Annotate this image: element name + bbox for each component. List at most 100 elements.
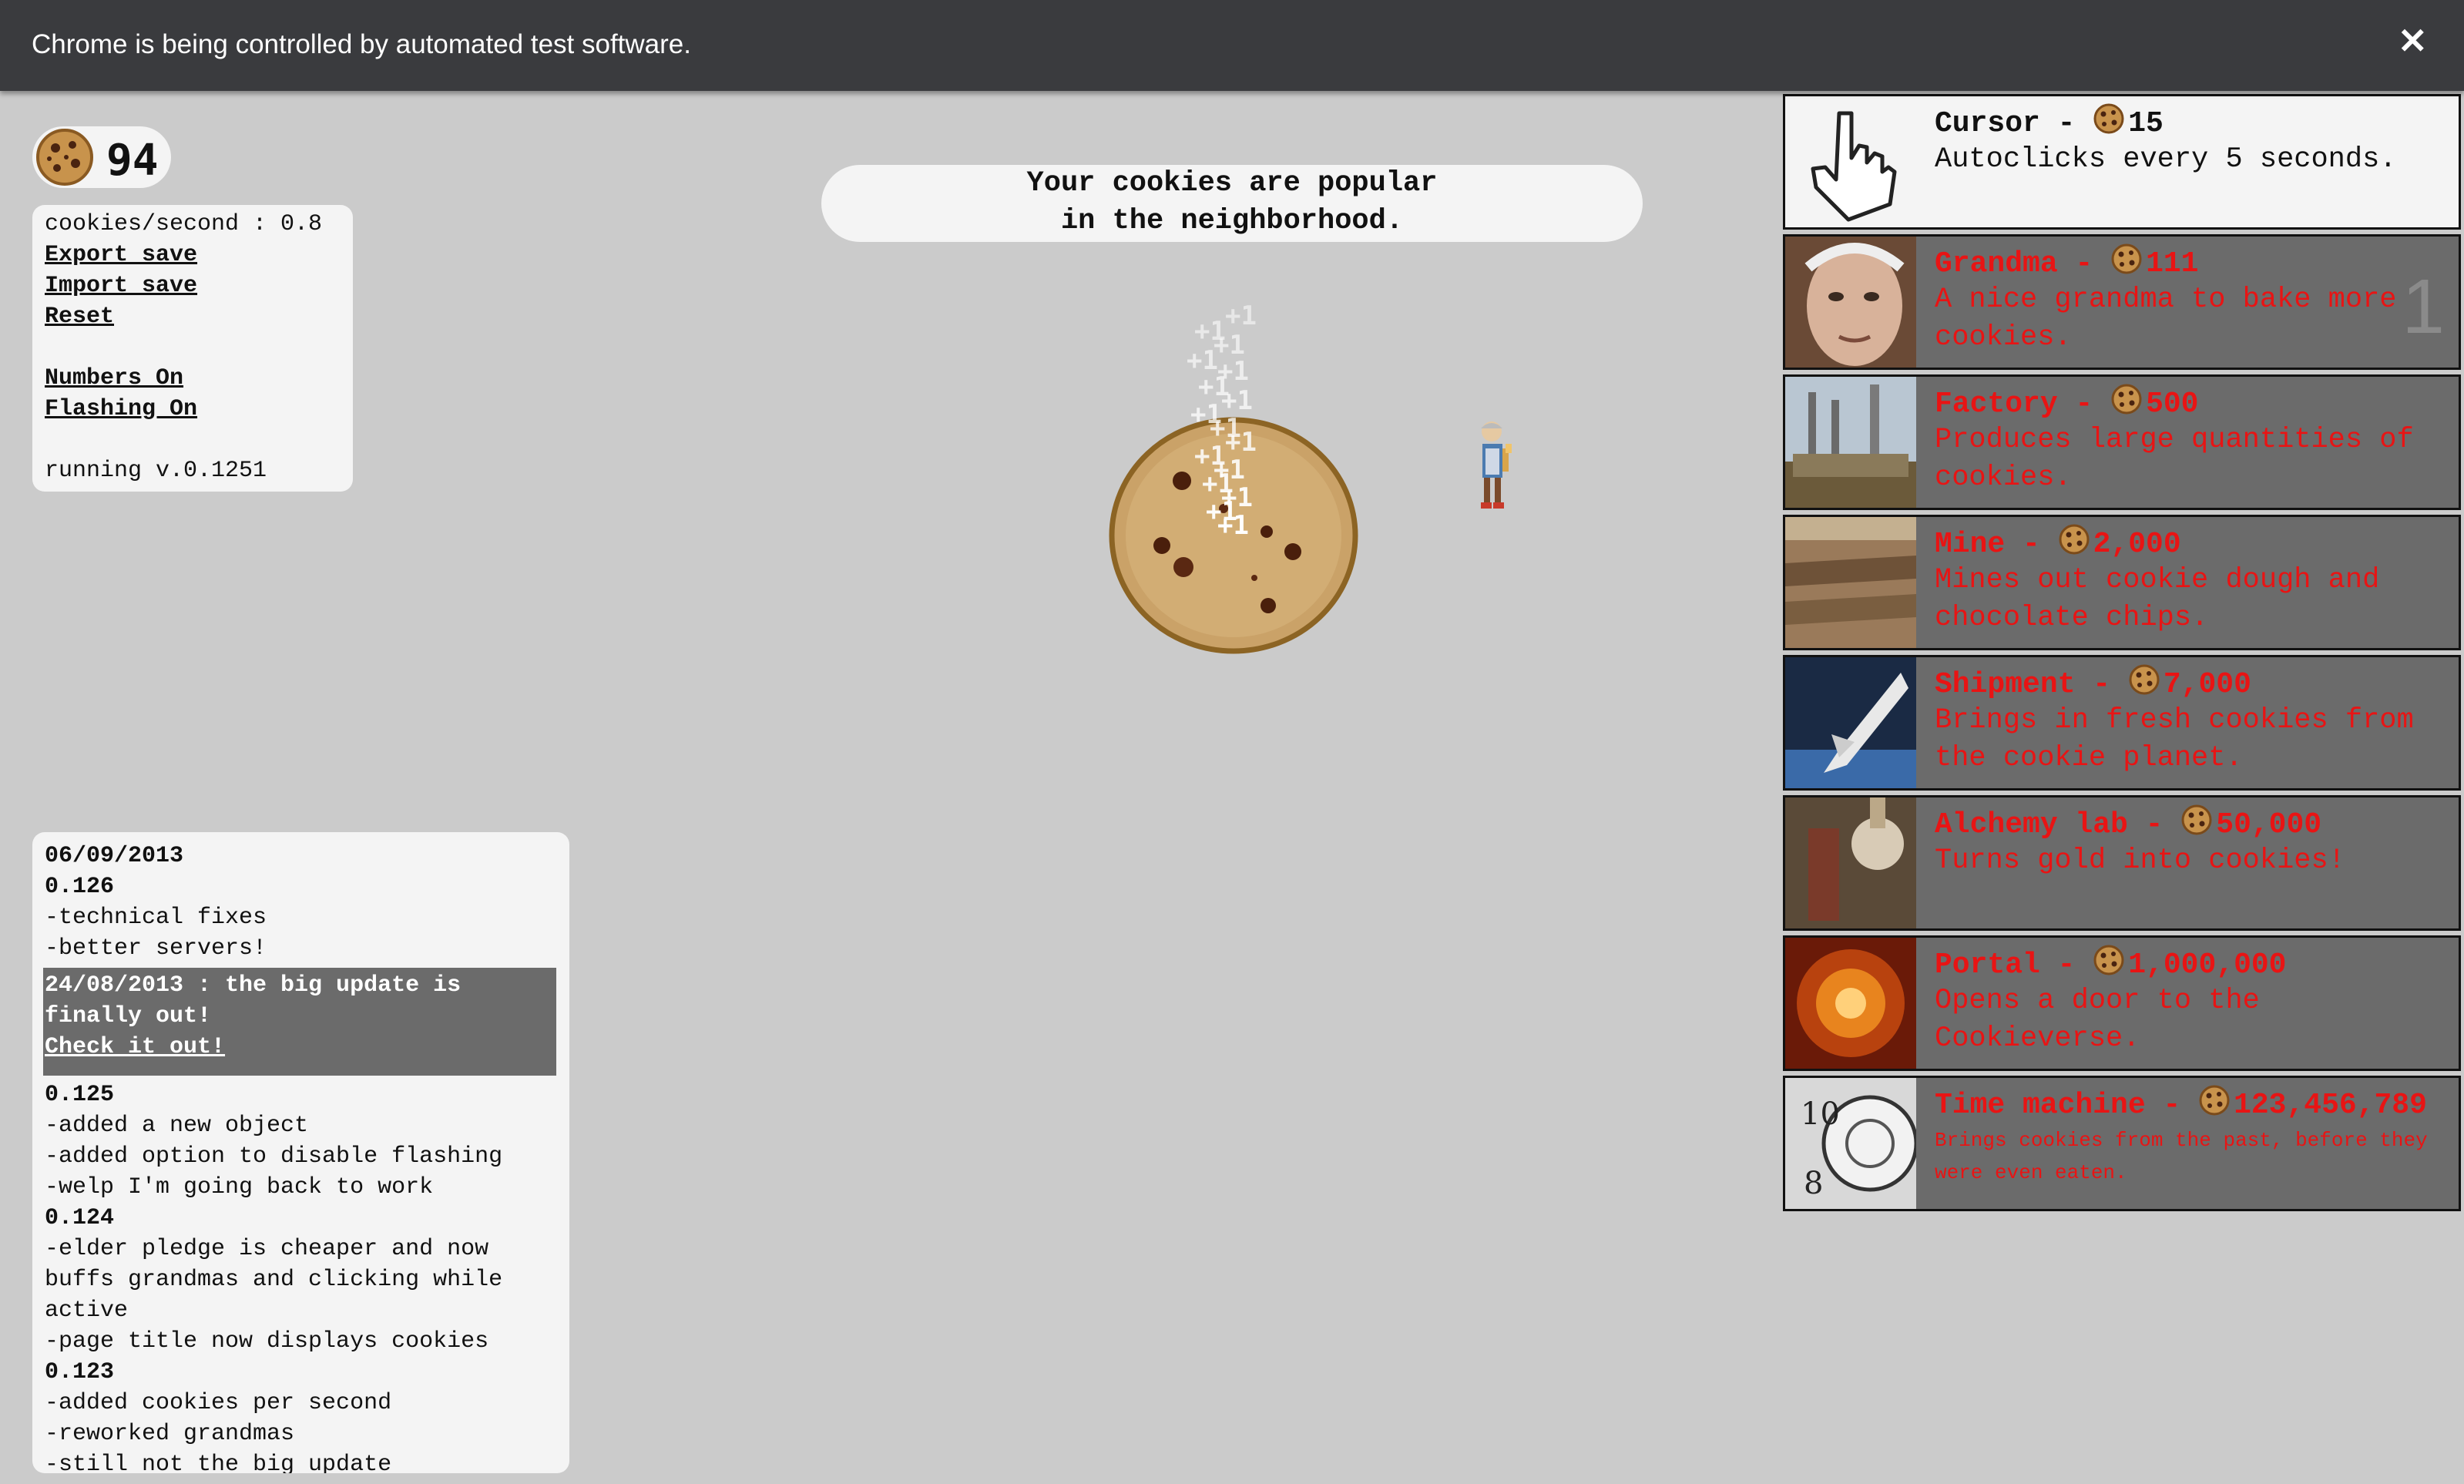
check-it-out-link[interactable]: Check it out!	[45, 1034, 225, 1060]
store-item-title: Cursor - 15	[1935, 102, 2164, 144]
changelog-line: -better servers!	[45, 935, 267, 962]
store-item-description: Produces large quantities of cookies.	[1935, 424, 2414, 494]
svg-text:8: 8	[1804, 1166, 1823, 1201]
export-save-link[interactable]: Export save	[45, 242, 197, 268]
cookie-coin-icon	[2093, 944, 2125, 985]
changelog-line: -elder pledge is cheaper and now	[45, 1236, 489, 1262]
store-item-title: Shipment - 7,000	[1935, 663, 2251, 705]
cookie-coin-icon	[2128, 663, 2160, 705]
store-item-description: Opens a door to the Cookieverse.	[1935, 985, 2260, 1055]
grandma-sprite	[1481, 421, 1512, 509]
store-item-shipment[interactable]: Shipment - 7,000 Brings in fresh cookies …	[1783, 655, 2461, 791]
cursor-hand-icon	[1785, 96, 1916, 227]
store-item-name: Shipment	[1935, 668, 2076, 702]
changelog-line: buffs grandmas and clicking while	[45, 1267, 503, 1293]
store-item-name: Mine	[1935, 528, 2006, 562]
changelog-line: -welp I'm going back to work	[45, 1174, 434, 1200]
store-item-grandma[interactable]: Grandma - 111 A nice grandma to bake more…	[1783, 234, 2461, 370]
store-item-price: 500	[2146, 388, 2199, 421]
store-item-name: Alchemy lab	[1935, 808, 2128, 842]
grandma-photo	[1785, 237, 1916, 368]
flashing-toggle-link[interactable]: Flashing On	[45, 396, 197, 422]
store-item-separator: -	[2127, 808, 2181, 842]
import-save-link[interactable]: Import save	[45, 273, 197, 299]
svg-text:10: 10	[1801, 1096, 1840, 1132]
changelog-line: -added cookies per second	[45, 1390, 392, 1416]
clock-photo: 10 8	[1785, 1078, 1918, 1209]
news-line-1: Your cookies are popular	[1026, 167, 1438, 200]
changelog-line: -added a new object	[45, 1113, 309, 1139]
changelog-line: -page title now displays cookies	[45, 1328, 489, 1355]
store-item-name: Cursor	[1935, 107, 2040, 141]
store-item-title: Grandma - 111	[1935, 243, 2198, 284]
store-item-description: Brings cookies from the past, before the…	[1935, 1129, 2428, 1184]
changelog-line: 0.124	[45, 1205, 115, 1231]
cookie-coin-icon	[2093, 102, 2125, 144]
options-panel: cookies/second : 0.8 Export save Import …	[32, 205, 353, 492]
store-item-name: Factory	[1935, 388, 2058, 421]
store-item-title: Portal - 1,000,000	[1935, 944, 2286, 985]
cookies-per-second: cookies/second : 0.8	[45, 211, 323, 237]
changelog-panel: 06/09/2013 0.126 -technical fixes -bette…	[32, 832, 569, 1473]
news-ticker: Your cookies are popular in the neighbor…	[821, 165, 1643, 242]
infobar-message: Chrome is being controlled by automated …	[32, 29, 691, 59]
store-item-alchemy-lab[interactable]: Alchemy lab - 50,000 Turns gold into cook…	[1783, 795, 2461, 931]
click-popup-text: +1	[1217, 510, 1249, 541]
changelog-line: -still not the big update	[45, 1452, 392, 1473]
alchemy-photo	[1785, 797, 1916, 928]
automation-infobar: Chrome is being controlled by automated …	[0, 0, 2464, 91]
store-item-time-machine[interactable]: 10 8 Time machine - 123,456,789 Brings cook…	[1783, 1076, 2461, 1211]
reset-link[interactable]: Reset	[45, 304, 114, 330]
store-item-title: Factory - 500	[1935, 383, 2198, 425]
store-item-separator: -	[2039, 948, 2093, 982]
cookie-counter: 94	[32, 126, 171, 188]
cookie-coin-icon	[2180, 804, 2213, 845]
store-item-description: Turns gold into cookies!	[1935, 844, 2345, 877]
changelog-line: 06/09/2013	[45, 843, 184, 869]
store-item-portal[interactable]: Portal - 1,000,000 Opens a door to the Co…	[1783, 935, 2461, 1071]
cookie-count: 94	[106, 136, 159, 186]
store-item-description: Brings in fresh cookies from the cookie …	[1935, 704, 2414, 774]
cookie-coin-icon	[2110, 243, 2143, 284]
store-item-separator: -	[2039, 107, 2093, 141]
store-item-owned-count: 1	[2402, 264, 2445, 350]
news-line-2: in the neighborhood.	[1060, 205, 1404, 237]
click-popup-text: +1	[1225, 300, 1257, 331]
store-item-title: Time machine - 123,456,789	[1935, 1084, 2427, 1126]
cookie-coin-icon	[2110, 383, 2143, 425]
changelog-line: active	[45, 1298, 129, 1324]
close-icon[interactable]: ✕	[2398, 23, 2428, 59]
cookie-coin-icon	[2058, 523, 2090, 565]
store-item-price: 7,000	[2163, 668, 2251, 702]
store-item-name: Time machine	[1935, 1089, 2146, 1123]
numbers-toggle-link[interactable]: Numbers On	[45, 365, 183, 391]
click-popup-text: +1	[1221, 385, 1253, 416]
store-item-description: Mines out cookie dough and chocolate chi…	[1935, 564, 2380, 634]
cookie-icon	[36, 129, 93, 186]
changelog-line: 0.126	[45, 874, 115, 900]
space-shuttle-photo	[1785, 657, 1916, 788]
store-item-price: 15	[2128, 107, 2164, 141]
cookie-coin-icon	[2198, 1084, 2231, 1126]
portal-photo	[1785, 938, 1916, 1069]
update-announcement: 24/08/2013 : the big update is finally o…	[43, 968, 556, 1076]
announcement-line: finally out!	[45, 1003, 212, 1029]
changelog-line: 0.125	[45, 1082, 115, 1108]
store-item-cursor[interactable]: Cursor - 15 Autoclicks every 5 seconds.	[1783, 94, 2461, 230]
changelog-line: 0.123	[45, 1359, 115, 1385]
changelog-line: -added option to disable flashing	[45, 1143, 503, 1170]
store-item-name: Portal	[1935, 948, 2040, 982]
click-popup-text: +1	[1225, 427, 1257, 458]
factory-photo	[1785, 377, 1916, 508]
store-item-separator: -	[2145, 1089, 2199, 1123]
changelog-line: -technical fixes	[45, 905, 267, 931]
store-item-mine[interactable]: Mine - 2,000 Mines out cookie dough and c…	[1783, 515, 2461, 650]
store-item-separator: -	[2057, 388, 2111, 421]
mine-photo	[1785, 517, 1916, 648]
store-item-separator: -	[2057, 247, 2111, 281]
store-item-factory[interactable]: Factory - 500 Produces large quantities o…	[1783, 374, 2461, 510]
store-item-description: Autoclicks every 5 seconds.	[1935, 143, 2397, 176]
store-item-title: Alchemy lab - 50,000	[1935, 804, 2321, 845]
changelog-line: -reworked grandmas	[45, 1421, 295, 1447]
click-popups: +1 +1 +1 +1 +1 +1 +1 +1 +1 +1 +1 +1 +1 +1 +1 +1	[1179, 300, 1279, 541]
